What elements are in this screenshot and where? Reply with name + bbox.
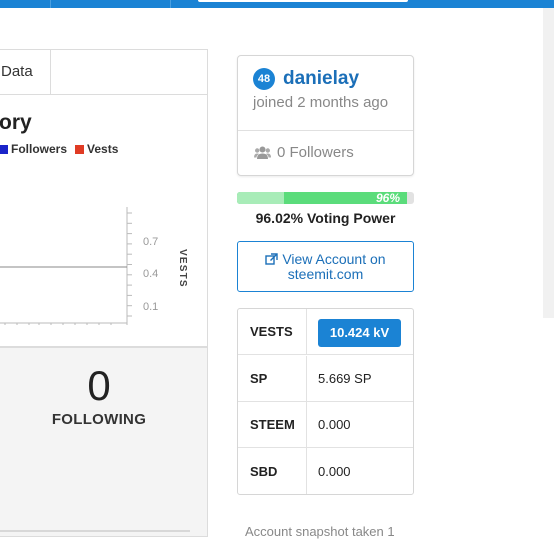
chart-legend: Followers Vests: [0, 142, 126, 156]
history-chart: 0.70.40.1VESTSJanuary2022: [0, 207, 188, 325]
divider: [238, 130, 413, 131]
legend-item-followers[interactable]: Followers: [0, 142, 67, 156]
voting-power-bar: 96%: [237, 192, 414, 204]
balance-key: STEEM: [238, 402, 307, 447]
balance-row-vests: VESTS 10.424 kV: [238, 309, 413, 355]
following-count: 0: [87, 362, 111, 409]
balance-row-sp: SP 5.669 SP: [238, 356, 413, 402]
balance-key: VESTS: [238, 309, 307, 354]
username-link[interactable]: danielay: [283, 68, 359, 90]
balance-row-sbd: SBD 0.000: [238, 448, 413, 494]
voting-power-bar-label: 96%: [375, 192, 400, 204]
legend-item-vests[interactable]: Vests: [75, 142, 118, 156]
voting-power-fill-segment: [237, 192, 284, 204]
balance-key: SBD: [238, 448, 307, 494]
search-input[interactable]: [198, 0, 408, 2]
balance-value: 0.000: [318, 417, 351, 432]
users-icon: [254, 146, 271, 159]
legend-label-vests: Vests: [87, 142, 119, 156]
tab-strip: Data: [0, 50, 207, 95]
y-tick-label: 0.4: [143, 268, 158, 280]
view-account-line2: steemit.com: [287, 266, 364, 282]
navbar-divider: [50, 0, 51, 8]
followers-count[interactable]: 0 Followers: [254, 144, 354, 161]
y-tick-label: 0.7: [143, 236, 158, 248]
voting-power-label: 96.02% Voting Power: [255, 210, 396, 226]
following-panel: 0 FOLLOWING: [0, 347, 208, 537]
chart-title: ory: [0, 111, 32, 134]
external-link-icon: [265, 253, 279, 265]
top-navbar: [0, 0, 554, 8]
y-tick-label: 0.1: [143, 301, 158, 313]
tab-data[interactable]: Data: [0, 50, 51, 94]
balances-table: VESTS 10.424 kV SP 5.669 SP STEEM 0.000 …: [237, 308, 414, 495]
following-label: FOLLOWING: [51, 411, 147, 428]
view-account-button[interactable]: View Account on steemit.com: [237, 241, 414, 292]
legend-swatch-followers: [0, 144, 8, 154]
balance-key: SP: [238, 356, 307, 401]
joined-text: joined 2 months ago: [253, 94, 389, 111]
reputation-badge: 48: [253, 68, 275, 90]
view-account-line1-text: View Account on: [282, 251, 386, 267]
legend-label-followers: Followers: [11, 142, 68, 156]
balance-row-steem: STEEM 0.000: [238, 402, 413, 448]
history-chart-panel: Data ory Followers Vests 0.70.40.1VESTSJ…: [0, 49, 208, 347]
balance-value: 5.669 SP: [318, 371, 372, 386]
balance-value: 0.000: [318, 463, 351, 479]
legend-swatch-vests: [75, 144, 85, 154]
view-account-line1: View Account on: [238, 251, 413, 267]
scrollbar[interactable]: [543, 8, 554, 318]
vests-value-button[interactable]: 10.424 kV: [318, 319, 401, 347]
followers-text: 0 Followers: [277, 144, 354, 161]
y-axis-label: VESTS: [177, 249, 188, 288]
profile-card: 48 danielay joined 2 months ago 0 Follow…: [237, 55, 414, 176]
navbar-divider: [170, 0, 171, 8]
